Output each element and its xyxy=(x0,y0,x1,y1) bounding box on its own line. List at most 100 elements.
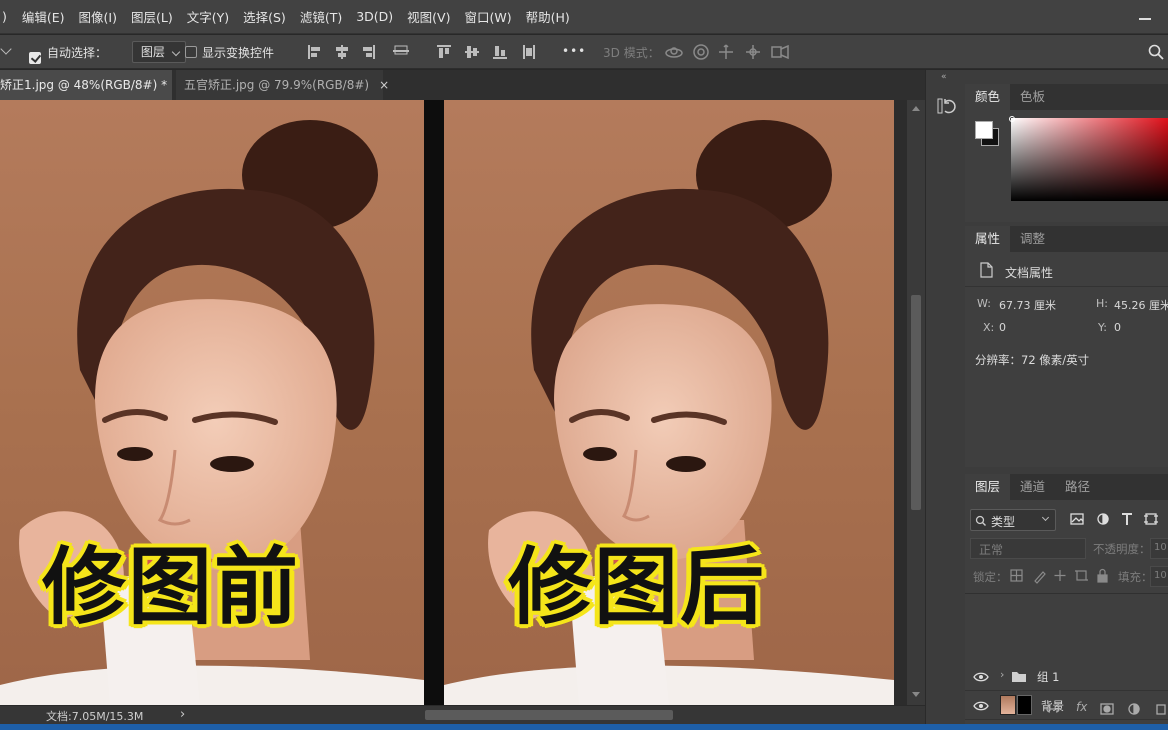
before-photo: 修图前 xyxy=(0,100,424,705)
resolution-text: 分辨率：72 像素/英寸 xyxy=(975,353,1090,367)
foreground-color-swatch[interactable] xyxy=(975,121,993,139)
menu-edit[interactable]: 编辑(E) xyxy=(15,7,72,26)
menu-3d[interactable]: 3D(D) xyxy=(349,9,400,24)
taskbar-strip xyxy=(0,724,1168,730)
menu-help[interactable]: 帮助(H) xyxy=(519,7,577,26)
expand-chevron-icon[interactable]: › xyxy=(1000,668,1004,681)
document-icon xyxy=(980,262,993,278)
fill-field[interactable]: 10 xyxy=(1150,566,1168,587)
menu-view[interactable]: 视图(V) xyxy=(400,7,457,26)
height-label: H: xyxy=(1096,297,1108,310)
opacity-field[interactable]: 10 xyxy=(1150,538,1168,559)
menu-type[interactable]: 文字(Y) xyxy=(180,7,236,26)
blend-mode-value: 正常 xyxy=(979,543,1004,557)
y-label: Y: xyxy=(1098,321,1107,334)
layers-footer-icons xyxy=(1046,703,1166,715)
search-icon xyxy=(975,515,986,526)
layer-row-group[interactable]: › 组 1 xyxy=(965,662,1168,691)
more-options-button[interactable]: ••• xyxy=(562,44,586,58)
menu-filter[interactable]: 滤镜(T) xyxy=(293,7,349,26)
horizontal-scroll-thumb[interactable] xyxy=(425,710,673,720)
tab-layers[interactable]: 图层 xyxy=(965,474,1011,500)
show-transform-label: 显示变换控件 xyxy=(202,46,275,60)
options-bar: 自动选择： 图层 显示变换控件 ••• 3D 模式： xyxy=(0,35,1168,69)
color-picker-field[interactable] xyxy=(1011,118,1168,201)
caption-after: 修图后 xyxy=(508,538,767,636)
align-icons-group xyxy=(308,45,535,59)
minimize-icon[interactable] xyxy=(1138,8,1152,22)
right-panels: 颜色 色板 属性 调整 文档属性 W: 67.73 厘米 H: 45.26 厘米… xyxy=(965,70,1168,724)
tab-swatches[interactable]: 色板 xyxy=(1010,84,1055,110)
color-panel xyxy=(965,110,1168,222)
tab-adjustments[interactable]: 调整 xyxy=(1010,226,1055,252)
tab-channels[interactable]: 通道 xyxy=(1010,474,1055,500)
menu-image[interactable]: 图像(I) xyxy=(72,7,124,26)
tab-document-1[interactable]: 矫正1.jpg @ 48%(RGB/8#) *× xyxy=(0,70,187,100)
show-transform-checkbox[interactable] xyxy=(185,46,197,58)
width-label: W: xyxy=(977,297,991,310)
lock-icons xyxy=(1010,568,1108,584)
layers-panel-tabs: 图层 通道 路径 xyxy=(965,474,1168,500)
auto-select-checkbox[interactable] xyxy=(29,51,41,64)
blend-mode-dropdown[interactable]: 正常 xyxy=(970,538,1086,559)
x-value[interactable]: 0 xyxy=(999,321,1006,334)
menu-window[interactable]: 窗口(W) xyxy=(457,7,518,26)
layer-filter-dropdown[interactable]: 类型 xyxy=(970,509,1056,531)
tool-preset-chevron-icon[interactable] xyxy=(0,43,12,55)
width-value[interactable]: 67.73 厘米 xyxy=(999,297,1056,313)
tab-label: 五官矫正.jpg @ 79.9%(RGB/8#) xyxy=(184,78,370,92)
fill-value: 10 xyxy=(1154,570,1167,581)
tab-paths[interactable]: 路径 xyxy=(1055,474,1100,500)
opacity-value: 10 xyxy=(1154,542,1167,553)
history-icon[interactable] xyxy=(936,96,956,116)
eye-icon[interactable] xyxy=(973,700,989,712)
tab-properties[interactable]: 属性 xyxy=(965,226,1011,252)
document-tab-bar: 矫正1.jpg @ 48%(RGB/8#) *× 五官矫正.jpg @ 79.9… xyxy=(0,70,925,100)
properties-title: 文档属性 xyxy=(1005,266,1054,280)
menu-partial[interactable]: ) xyxy=(0,9,15,24)
layer-filter-icons xyxy=(1070,513,1158,525)
layers-panel: 类型 正常 不透明度： 10 锁定： 填充： 10 › 组 1 背景 fx xyxy=(965,500,1168,724)
menu-layer[interactable]: 图层(L) xyxy=(124,7,180,26)
status-bar: 文档:7.05M/15.3M › xyxy=(0,705,925,724)
layer-mask-thumbnail xyxy=(1017,695,1032,715)
lock-label: 锁定： xyxy=(973,570,1008,584)
folder-icon xyxy=(1012,672,1026,682)
layer-name: 组 1 xyxy=(1037,670,1060,684)
y-value[interactable]: 0 xyxy=(1114,321,1121,334)
opacity-label: 不透明度： xyxy=(1093,542,1151,556)
mode-3d-label: 3D 模式： xyxy=(603,46,660,60)
tab-document-2[interactable]: 五官矫正.jpg @ 79.9%(RGB/8#) × xyxy=(176,70,389,100)
image-divider xyxy=(424,100,444,705)
properties-panel-tabs: 属性 调整 xyxy=(965,226,1168,252)
search-icon[interactable] xyxy=(1148,44,1164,60)
document-size: 文档:7.05M/15.3M xyxy=(46,710,144,723)
panel-icon-column: « xyxy=(925,70,965,724)
auto-select-label: 自动选择： xyxy=(47,46,108,60)
layer-thumbnail xyxy=(1000,695,1016,715)
menu-bar: ) 编辑(E) 图像(I) 图层(L) 文字(Y) 选择(S) 滤镜(T) 3D… xyxy=(0,0,1168,34)
tab-color[interactable]: 颜色 xyxy=(965,84,1011,110)
document-canvas[interactable]: 修图前 修图后 xyxy=(0,100,907,705)
menu-select[interactable]: 选择(S) xyxy=(236,7,293,26)
horizontal-scrollbar[interactable] xyxy=(198,706,908,725)
layer-filter-value: 类型 xyxy=(991,515,1016,529)
eye-icon[interactable] xyxy=(973,671,989,683)
3d-mode-icons xyxy=(665,44,789,60)
height-value[interactable]: 45.26 厘米 xyxy=(1114,297,1168,313)
close-icon[interactable]: × xyxy=(379,78,389,92)
color-picker-cursor[interactable] xyxy=(1009,116,1015,122)
vertical-scrollbar[interactable] xyxy=(907,100,925,705)
color-panel-tabs: 颜色 色板 xyxy=(965,84,1168,110)
scroll-up-icon[interactable] xyxy=(912,106,920,111)
fill-label: 填充： xyxy=(1118,570,1153,584)
fx-icon[interactable]: fx xyxy=(1076,700,1087,714)
vertical-scroll-thumb[interactable] xyxy=(911,295,921,510)
scroll-down-icon[interactable] xyxy=(912,692,920,697)
auto-select-dropdown[interactable]: 图层 xyxy=(131,41,186,63)
caption-before: 修图前 xyxy=(42,538,301,636)
status-menu-arrow-icon[interactable]: › xyxy=(180,707,185,722)
x-label: X: xyxy=(983,321,995,334)
after-photo: 修图后 xyxy=(444,100,894,705)
collapse-icon[interactable]: « xyxy=(941,72,947,82)
